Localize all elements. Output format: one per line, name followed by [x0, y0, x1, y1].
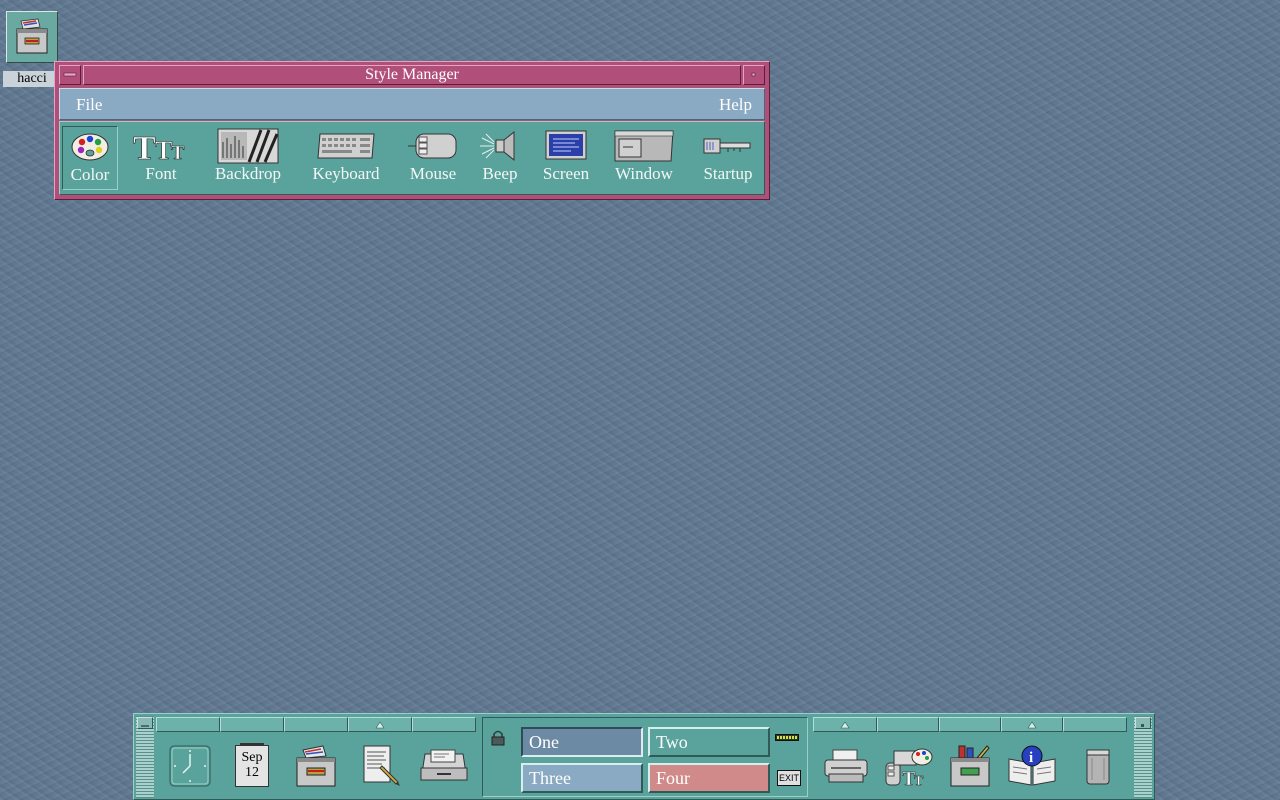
file-manager-icon [296, 745, 336, 787]
desktop-icon-label: hacci [3, 71, 61, 87]
style-manager-control[interactable]: TT [877, 736, 941, 796]
front-panel-minimize-button[interactable] [1135, 717, 1151, 729]
keyboard-icon [316, 128, 376, 164]
tool-label: Keyboard [312, 164, 380, 183]
subpanel-tab[interactable] [284, 717, 348, 732]
subpanel-tabs-right [813, 717, 1127, 732]
subpanel-tab[interactable] [412, 717, 476, 732]
tool-label: Screen [542, 164, 590, 183]
backdrop-icon [217, 128, 279, 164]
calendar-day: 12 [245, 765, 259, 780]
minimize-icon [1141, 724, 1144, 727]
front-panel: Sep 12 One Two Three Four EXIT T T i [133, 713, 1155, 800]
busy-light-icon [775, 734, 799, 741]
clock-icon [169, 745, 211, 787]
mailbox-control[interactable] [412, 736, 476, 796]
style-manager-icon: TT [885, 748, 933, 787]
tool-screen[interactable]: Screen [532, 126, 600, 190]
desktop-icon-hacci[interactable]: hacci [3, 11, 61, 87]
help-manager-control[interactable]: i [1000, 736, 1064, 796]
tool-label: Startup [703, 164, 753, 183]
tool-mouse[interactable]: Mouse [398, 126, 468, 190]
file-cabinet-icon [6, 11, 58, 63]
lock-control[interactable] [491, 730, 505, 751]
monitor-screen-icon [545, 128, 587, 164]
tool-label: Beep [482, 164, 518, 183]
lock-icon [491, 730, 505, 746]
svg-text:i: i [1029, 750, 1033, 766]
tool-font[interactable]: TTT Font [126, 126, 196, 190]
calendar-icon: Sep 12 [235, 743, 269, 787]
workspace-one[interactable]: One [521, 727, 643, 757]
menu-dash-icon [141, 725, 149, 727]
clock-control[interactable] [158, 736, 222, 796]
front-panel-left-handle[interactable] [136, 716, 154, 798]
menu-help[interactable]: Help [719, 95, 752, 115]
svg-text:T: T [155, 136, 172, 163]
text-editor-icon [363, 745, 400, 786]
printer-icon [824, 749, 868, 783]
subpanel-tab-arrow[interactable] [1001, 717, 1063, 732]
trash-control[interactable] [1066, 736, 1130, 796]
subpanel-tab[interactable] [877, 717, 939, 732]
speaker-icon [480, 128, 520, 164]
application-manager-control[interactable] [938, 736, 1002, 796]
subpanel-tab[interactable] [220, 717, 284, 732]
trash-can-icon [1086, 749, 1110, 785]
minimize-icon [751, 72, 756, 77]
printer-control[interactable] [814, 736, 878, 796]
window-menu-icon [63, 72, 77, 77]
tool-color[interactable]: Color [62, 126, 118, 190]
window-icon [613, 128, 675, 164]
tool-label: Mouse [409, 164, 457, 183]
tool-label: Font [145, 164, 177, 183]
up-arrow-icon [375, 720, 385, 728]
window-title[interactable]: Style Manager [83, 65, 741, 85]
font-ttt-icon: TTT [131, 128, 191, 164]
title-bar: Style Manager [59, 65, 765, 87]
tool-label: Backdrop [214, 164, 282, 183]
tool-startup[interactable]: Startup [694, 126, 762, 190]
style-manager-window: Style Manager File Help Color TTT Font B… [54, 61, 770, 200]
tool-window[interactable]: Window [606, 126, 682, 190]
tool-beep[interactable]: Beep [472, 126, 528, 190]
up-arrow-icon [840, 720, 850, 728]
tool-bar: Color TTT Font Backdrop Keyboard Mouse B… [59, 121, 765, 195]
subpanel-tab[interactable] [1063, 717, 1127, 732]
workspace-switch: One Two Three Four EXIT [482, 717, 808, 797]
tool-keyboard[interactable]: Keyboard [302, 126, 390, 190]
calendar-month: Sep [241, 750, 263, 765]
tool-label: Window [615, 164, 673, 183]
tool-label: Color [70, 165, 110, 184]
help-manager-icon: i [1008, 745, 1056, 786]
mailbox-icon [420, 749, 468, 781]
exit-button[interactable]: EXIT [777, 770, 801, 786]
application-manager-icon [950, 745, 990, 787]
up-arrow-icon [1027, 720, 1037, 728]
minimize-button[interactable] [743, 65, 765, 85]
subpanel-tab[interactable] [156, 717, 220, 732]
menu-file[interactable]: File [76, 95, 102, 115]
workspace-two[interactable]: Two [648, 727, 770, 757]
workspace-four[interactable]: Four [648, 763, 770, 793]
file-manager-control[interactable] [284, 736, 348, 796]
calendar-control[interactable]: Sep 12 [220, 736, 284, 796]
subpanel-tab-arrow[interactable] [348, 717, 412, 732]
svg-text:T: T [171, 142, 185, 163]
front-panel-menu-button[interactable] [137, 717, 153, 729]
svg-text:T: T [914, 774, 924, 787]
workspace-three[interactable]: Three [521, 763, 643, 793]
text-editor-control[interactable] [348, 736, 412, 796]
subpanel-tabs-left [156, 717, 476, 732]
window-menu-button[interactable] [59, 65, 81, 85]
mouse-icon [408, 128, 458, 164]
svg-text:T: T [133, 130, 156, 163]
palette-icon [70, 129, 110, 165]
tool-backdrop[interactable]: Backdrop [206, 126, 290, 190]
front-panel-right-handle[interactable] [1134, 716, 1152, 798]
subpanel-tab[interactable] [939, 717, 1001, 732]
menu-bar: File Help [59, 88, 765, 120]
key-icon [702, 128, 754, 164]
subpanel-tab-arrow[interactable] [813, 717, 877, 732]
